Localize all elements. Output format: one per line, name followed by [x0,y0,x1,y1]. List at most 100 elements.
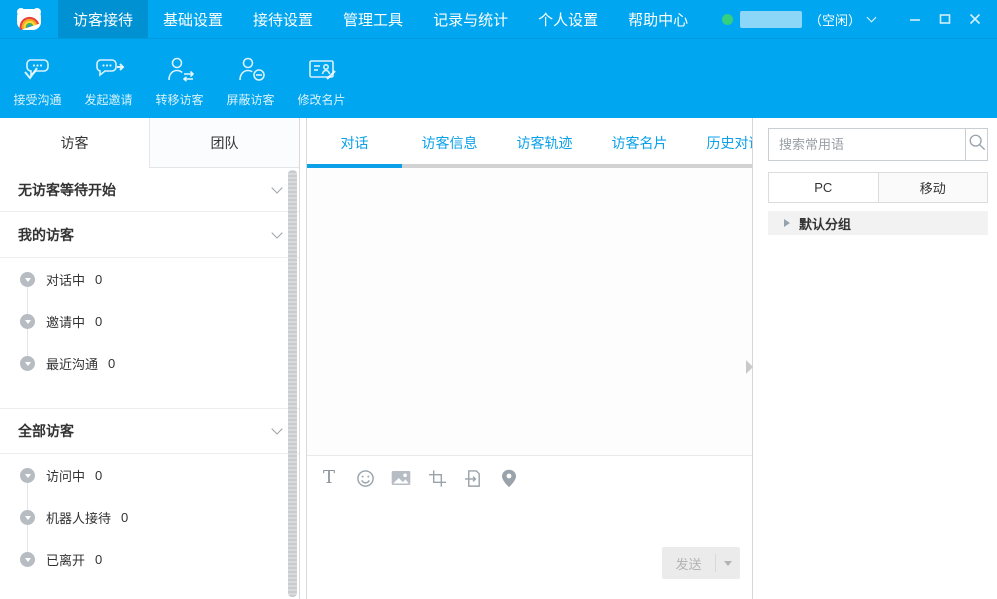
composer-actions: 发送 [307,547,752,599]
menu-visitor-reception[interactable]: 访客接待 [58,0,148,38]
my-visitors-list: 对话中 0 邀请中 0 最近沟通 0 [0,258,299,384]
image-icon[interactable] [391,468,411,488]
search-button[interactable] [965,129,987,160]
chat-tabs: 对话 访客信息 访客轨迹 访客名片 历史对话 [307,118,752,168]
edit-card-button[interactable]: 修改名片 [286,39,357,118]
ribbon-button-label: 发起邀请 [84,91,132,108]
my-visitors-header[interactable]: 我的访客 [0,212,299,258]
list-item-in-chat[interactable]: 对话中 0 [0,258,299,300]
location-icon[interactable] [499,468,519,488]
chevron-down-icon [271,423,282,434]
item-label: 邀请中 [46,312,85,331]
list-item-left[interactable]: 已离开 0 [0,538,299,580]
transfer-visitor-button[interactable]: 转移访客 [144,39,215,118]
search-icon [968,133,986,156]
accept-chat-button[interactable]: 接受沟通 [2,39,73,118]
edit-card-icon [306,54,338,86]
tab-history[interactable]: 历史对话 [687,118,752,168]
transfer-visitor-icon [164,54,196,86]
app-logo-icon [0,0,58,38]
send-button[interactable]: 发送 [662,547,740,579]
item-label: 最近沟通 [46,354,98,373]
menu-personal-settings[interactable]: 个人设置 [523,0,613,38]
menu-management-tools[interactable]: 管理工具 [328,0,418,38]
maximize-button[interactable] [933,7,957,31]
message-composer: T [307,455,752,599]
list-item-recent-chats[interactable]: 最近沟通 0 [0,342,299,384]
menu-basic-settings[interactable]: 基础设置 [148,0,238,38]
list-item-robot-reception[interactable]: 机器人接待 0 [0,496,299,538]
device-tabs: PC 移动 [768,172,988,203]
tree-node-icon [20,314,35,329]
send-button-label: 发送 [662,554,715,573]
send-options-dropdown[interactable] [716,561,740,566]
tree-node-icon [20,468,35,483]
tab-pc[interactable]: PC [769,173,878,202]
tree-node-icon [20,272,35,287]
chat-message-area [307,168,752,455]
accept-chat-icon [22,54,54,86]
item-count: 0 [95,468,102,483]
ribbon-button-label: 屏蔽访客 [226,91,274,108]
chat-main: 对话 访客信息 访客轨迹 访客名片 历史对话 T [307,118,752,599]
item-label: 机器人接待 [46,508,111,527]
send-file-icon[interactable] [463,468,483,488]
item-label: 已离开 [46,550,85,569]
sidebar-tabs: 访客 团队 [0,118,299,168]
action-ribbon: 接受沟通 发起邀请 转移访客 [0,38,997,118]
online-status-dot-icon [722,14,733,25]
tab-conversation[interactable]: 对话 [307,118,402,168]
all-visitors-header[interactable]: 全部访客 [0,408,299,454]
tab-visitor-card[interactable]: 访客名片 [592,118,687,168]
minimize-button[interactable] [903,7,927,31]
item-count: 0 [108,356,115,371]
tab-visitors[interactable]: 访客 [0,118,149,168]
close-button[interactable] [963,7,987,31]
block-visitor-button[interactable]: 屏蔽访客 [215,39,286,118]
chevron-down-icon [271,182,282,193]
item-label: 访问中 [46,466,85,485]
user-status-dropdown[interactable]: （空闲） [722,0,875,38]
search-box [768,128,988,161]
tab-mobile[interactable]: 移动 [878,173,988,202]
tab-visitor-info[interactable]: 访客信息 [402,118,497,168]
menu-records-statistics[interactable]: 记录与统计 [418,0,523,38]
item-label: 对话中 [46,270,85,289]
search-input[interactable] [769,129,965,160]
body: 访客 团队 无访客等待开始 我的访客 对话中 0 [0,118,997,599]
window-controls [903,0,987,38]
default-group-row[interactable]: 默认分组 [768,211,988,235]
section-title: 无访客等待开始 [18,180,116,200]
item-count: 0 [121,510,128,525]
message-input[interactable] [307,500,752,547]
composer-toolbar: T [307,456,752,500]
panel-divider [299,118,307,599]
send-invite-button[interactable]: 发起邀请 [73,39,144,118]
user-status-label: （空闲） [809,10,861,29]
sidebar-scrollbar[interactable] [288,170,297,597]
visitor-sidebar: 访客 团队 无访客等待开始 我的访客 对话中 0 [0,118,299,599]
menu-help-center[interactable]: 帮助中心 [613,0,703,38]
tree-node-icon [20,552,35,567]
text-format-icon[interactable]: T [319,468,339,488]
expand-triangle-icon [784,219,790,227]
block-visitor-icon [235,54,267,86]
all-visitors-list: 访问中 0 机器人接待 0 已离开 0 [0,454,299,580]
item-count: 0 [95,272,102,287]
menu-reception-settings[interactable]: 接待设置 [238,0,328,38]
group-title: 全部访客 [18,421,74,441]
item-count: 0 [95,552,102,567]
screenshot-icon[interactable] [427,468,447,488]
tab-team[interactable]: 团队 [149,118,299,168]
panel-collapse-handle-icon[interactable] [746,360,753,374]
ribbon-button-label: 接受沟通 [13,91,61,108]
emoji-icon[interactable] [355,468,375,488]
user-name-redacted [740,11,802,28]
tab-visitor-track[interactable]: 访客轨迹 [497,118,592,168]
titlebar: 访客接待 基础设置 接待设置 管理工具 记录与统计 个人设置 帮助中心 （空闲） [0,0,997,38]
no-visitor-waiting-header[interactable]: 无访客等待开始 [0,168,299,212]
item-count: 0 [95,314,102,329]
list-item-visiting[interactable]: 访问中 0 [0,454,299,496]
list-item-inviting[interactable]: 邀请中 0 [0,300,299,342]
quick-replies-panel: PC 移动 默认分组 [752,118,997,599]
